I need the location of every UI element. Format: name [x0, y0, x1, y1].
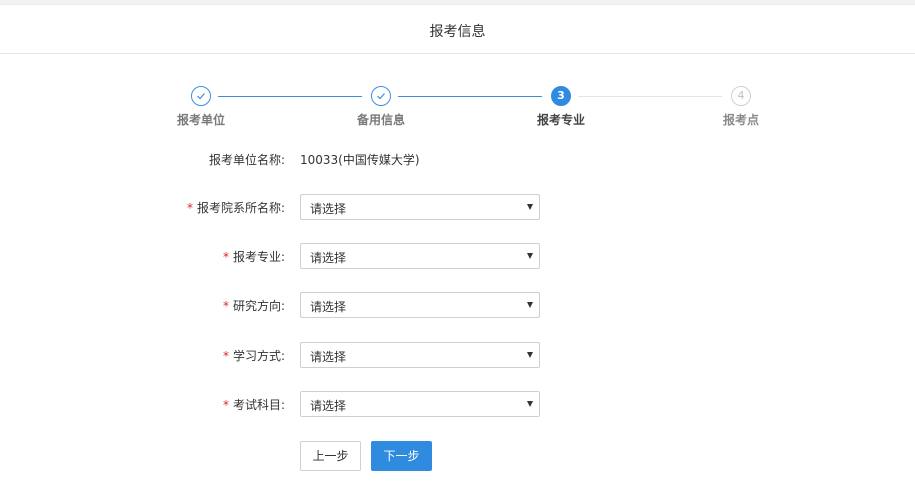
exam-subjects-select-value: 请选择 [310, 399, 347, 413]
unit-name-label: 报考单位名称: [208, 153, 285, 167]
step-2-check-icon [371, 86, 391, 106]
step-1-check-icon [191, 86, 211, 106]
step-connector-2 [398, 96, 542, 97]
caret-down-icon [527, 204, 533, 210]
department-row: * 报考院系所名称: 请选择 [0, 194, 915, 220]
required-mark: * [222, 398, 229, 412]
caret-down-icon [527, 352, 533, 358]
step-3-number: 3 [551, 86, 571, 106]
exam-subjects-label: * 考试科目: [222, 398, 285, 412]
unit-name-value: 10033(中国传媒大学) [300, 153, 420, 167]
progress-steps: 3 4 报考单位 备用信息 报考专业 报考点 [0, 80, 915, 140]
caret-down-icon [527, 253, 533, 259]
department-label: * 报考院系所名称: [186, 201, 285, 215]
unit-name-row: 报考单位名称: 10033(中国传媒大学) [0, 146, 915, 172]
required-mark: * [222, 250, 229, 264]
direction-row: * 研究方向: 请选择 [0, 292, 915, 318]
caret-down-icon [527, 302, 533, 308]
step-4-number: 4 [731, 86, 751, 106]
required-mark: * [222, 349, 229, 363]
page-title: 报考信息 [429, 24, 486, 40]
major-row: * 报考专业: 请选择 [0, 243, 915, 269]
major-select[interactable]: 请选择 [300, 243, 540, 269]
required-mark: * [222, 299, 229, 313]
page-header: 报考信息 [0, 5, 915, 54]
direction-label: * 研究方向: [222, 299, 285, 313]
exam-subjects-row: * 考试科目: 请选择 [0, 391, 915, 417]
step-connector-1 [218, 96, 362, 97]
department-select[interactable]: 请选择 [300, 194, 540, 220]
direction-select-value: 请选择 [310, 300, 347, 314]
step-3-label: 报考专业 [536, 113, 585, 127]
required-mark: * [186, 201, 193, 215]
direction-select[interactable]: 请选择 [300, 292, 540, 318]
step-2-label: 备用信息 [356, 113, 405, 127]
next-step-button[interactable]: 下一步 [371, 441, 432, 471]
caret-down-icon [527, 401, 533, 407]
study-mode-row: * 学习方式: 请选择 [0, 342, 915, 368]
study-mode-label: * 学习方式: [222, 349, 285, 363]
step-1-label: 报考单位 [176, 113, 225, 127]
study-mode-select-value: 请选择 [310, 350, 347, 364]
step-4-label: 报考点 [722, 113, 759, 127]
step-connector-3 [578, 96, 722, 97]
major-select-value: 请选择 [310, 251, 347, 265]
major-label: * 报考专业: [222, 250, 285, 264]
exam-subjects-select[interactable]: 请选择 [300, 391, 540, 417]
previous-step-button[interactable]: 上一步 [300, 441, 361, 471]
study-mode-select[interactable]: 请选择 [300, 342, 540, 368]
department-select-value: 请选择 [310, 202, 347, 216]
